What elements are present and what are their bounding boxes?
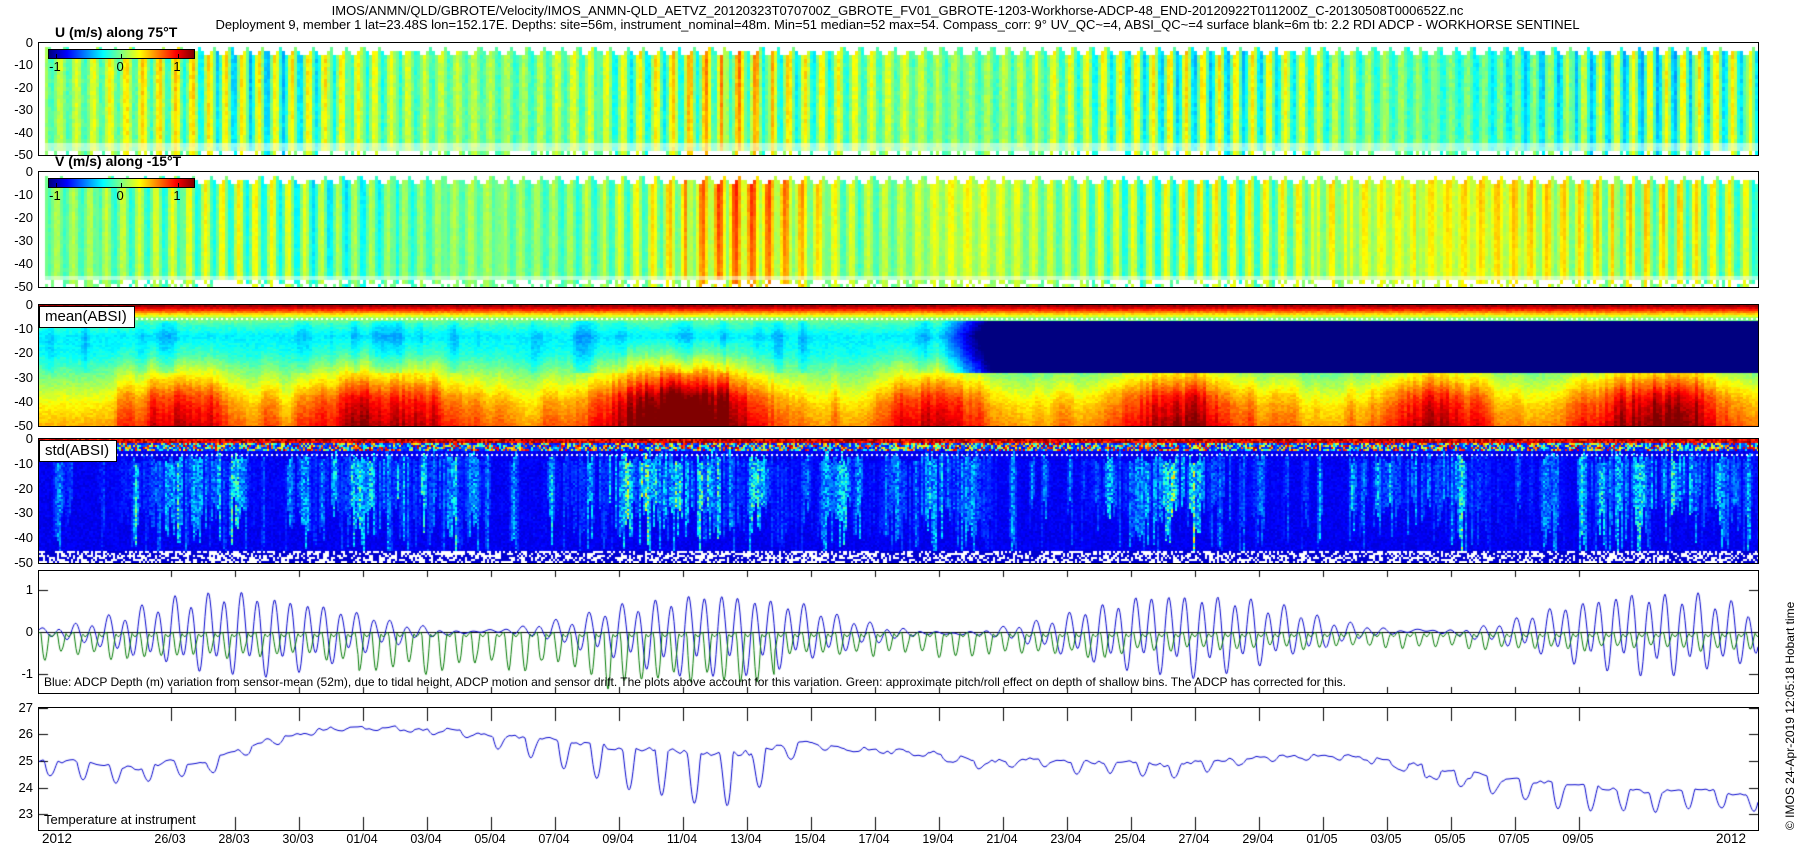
- y-tick-label: -20: [0, 210, 33, 225]
- x-tick-label: 09/05: [1562, 832, 1593, 846]
- y-tick-label: -20: [0, 345, 33, 360]
- y-tick-label: -40: [0, 125, 33, 140]
- x-tick-label: 05/05: [1434, 832, 1465, 846]
- x-tick-label: 23/04: [1050, 832, 1081, 846]
- x-tick-label: 19/04: [922, 832, 953, 846]
- colorbar-tick-label: 1: [173, 59, 180, 74]
- y-tick-label: -40: [0, 256, 33, 271]
- x-tick-label: 03/05: [1370, 832, 1401, 846]
- u-velocity-heatmap-canvas: [39, 43, 1758, 155]
- x-tick-label: 01/04: [346, 832, 377, 846]
- y-tick-label: -1: [0, 666, 33, 681]
- colorbar-notch: [178, 54, 179, 58]
- y-tick-label: -50: [0, 147, 33, 162]
- x-tick-label: 28/03: [218, 832, 249, 846]
- colorbar-notch: [121, 183, 122, 187]
- y-tick-label: -40: [0, 394, 33, 409]
- y-tick-label: 0: [0, 164, 33, 179]
- colorbar-notch: [56, 183, 57, 187]
- figure-title-line2: Deployment 9, member 1 lat=23.48S lon=15…: [38, 17, 1757, 32]
- y-tick-label: -10: [0, 187, 33, 202]
- x-tick-label: 07/04: [538, 832, 569, 846]
- x-tick-label: 01/05: [1306, 832, 1337, 846]
- x-tick-label: 03/04: [410, 832, 441, 846]
- year-label-left: 2012: [42, 831, 72, 846]
- x-tick-label: 15/04: [794, 832, 825, 846]
- colorbar-tick-label: -1: [49, 188, 61, 203]
- x-tick-label: 17/04: [858, 832, 889, 846]
- panel-v-velocity-heatmap: [38, 171, 1759, 288]
- x-tick-label: 26/03: [154, 832, 185, 846]
- depth-annotation: Blue: ADCP Depth (m) variation from sens…: [44, 675, 1346, 689]
- std-absi-label: std(ABSI): [39, 440, 117, 462]
- colorbar-tick-label: 0: [116, 188, 123, 203]
- y-tick-label: -30: [0, 370, 33, 385]
- y-tick-label: 0: [0, 35, 33, 50]
- y-tick-label: 27: [0, 700, 33, 715]
- figure-title-line1: IMOS/ANMN/QLD/GBROTE/Velocity/IMOS_ANMN-…: [38, 3, 1757, 18]
- y-tick-label: 1: [0, 582, 33, 597]
- y-tick-label: -40: [0, 530, 33, 545]
- panel-u-velocity-heatmap: [38, 42, 1759, 156]
- panel-mean-absi-heatmap: [38, 304, 1759, 427]
- x-tick-label: 25/04: [1114, 832, 1145, 846]
- mean-absi-label: mean(ABSI): [39, 306, 135, 328]
- temperature-line-canvas: [39, 708, 1758, 830]
- colorbar-notch: [56, 54, 57, 58]
- panel-temperature: [38, 707, 1759, 831]
- y-tick-label: -10: [0, 57, 33, 72]
- y-tick-label: -20: [0, 80, 33, 95]
- y-tick-label: -30: [0, 505, 33, 520]
- v-colorbar: [48, 178, 195, 188]
- y-tick-label: 0: [0, 624, 33, 639]
- x-tick-label: 29/04: [1242, 832, 1273, 846]
- std-absi-heatmap-canvas: [39, 439, 1758, 563]
- y-tick-label: 26: [0, 726, 33, 741]
- y-tick-label: 0: [0, 297, 33, 312]
- colorbar-tick-label: -1: [49, 59, 61, 74]
- y-tick-label: 25: [0, 753, 33, 768]
- y-tick-label: -30: [0, 102, 33, 117]
- y-tick-label: -10: [0, 456, 33, 471]
- y-tick-label: 23: [0, 806, 33, 821]
- attribution-text: © IMOS 24-Apr-2019 12:05:18 Hobart time: [1783, 602, 1797, 830]
- y-tick-label: -50: [0, 555, 33, 570]
- u-colorbar: [48, 49, 195, 59]
- temperature-panel-label: Temperature at instrument: [44, 812, 196, 827]
- y-tick-label: -30: [0, 233, 33, 248]
- y-tick-label: -50: [0, 279, 33, 294]
- x-tick-label: 09/04: [602, 832, 633, 846]
- x-tick-label: 30/03: [282, 832, 313, 846]
- colorbar-tick-label: 0: [116, 59, 123, 74]
- colorbar-notch: [178, 183, 179, 187]
- x-tick-label: 11/04: [667, 832, 697, 846]
- panel-u-title: U (m/s) along 75°T: [55, 24, 177, 40]
- y-tick-label: 24: [0, 780, 33, 795]
- x-tick-label: 21/04: [986, 832, 1017, 846]
- panel-std-absi-heatmap: [38, 438, 1759, 564]
- x-tick-label: 07/05: [1498, 832, 1529, 846]
- v-velocity-heatmap-canvas: [39, 172, 1758, 287]
- colorbar-tick-label: 1: [173, 188, 180, 203]
- colorbar-notch: [121, 54, 122, 58]
- y-tick-label: 0: [0, 431, 33, 446]
- mean-absi-heatmap-canvas: [39, 305, 1758, 426]
- x-tick-label: 05/04: [474, 832, 505, 846]
- x-tick-label: 13/04: [730, 832, 761, 846]
- year-label-right: 2012: [1716, 831, 1746, 846]
- y-tick-label: -20: [0, 481, 33, 496]
- x-tick-label: 27/04: [1178, 832, 1209, 846]
- y-tick-label: -10: [0, 321, 33, 336]
